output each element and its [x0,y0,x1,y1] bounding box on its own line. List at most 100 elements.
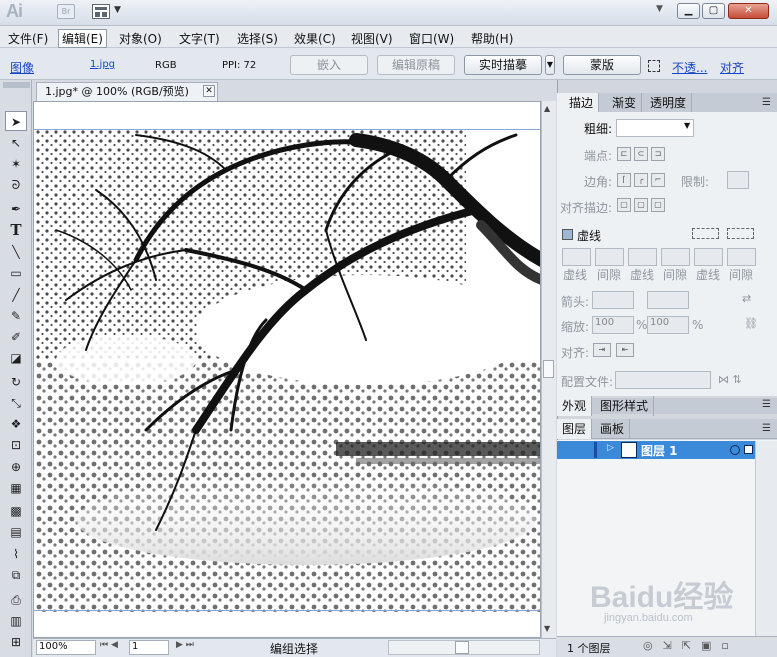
align-inside-icon[interactable]: ▢ [634,198,648,212]
live-trace-dropdown[interactable]: ▼ [545,55,555,75]
layer-expand-icon[interactable]: ▷ [607,443,614,453]
symbol-sprayer-tool-icon[interactable]: ⎙ [5,590,27,610]
tab-transparency[interactable]: 透明度 [645,93,693,113]
gap-field-1[interactable] [595,248,624,266]
shape-builder-tool-icon[interactable]: ⊕ [5,457,27,477]
menu-help[interactable]: 帮助(H) [471,30,513,47]
menu-view[interactable]: 视图(V) [351,30,393,47]
end-scale-field[interactable]: 100 [647,316,689,334]
artboard-tool-icon[interactable]: ⊞ [5,632,27,652]
projecting-cap-icon[interactable]: ⊐ [651,147,665,161]
menu-edit[interactable]: 编辑(E) [58,29,107,48]
document-tab-close-icon[interactable]: ✕ [203,85,215,97]
next-page-icon[interactable]: ▶ ⏭ [176,640,194,650]
layer-target-icon[interactable] [730,445,740,455]
restore-button[interactable]: ▢ [702,3,725,19]
weight-dropdown-arrow[interactable]: ▼ [684,121,690,130]
align-outside-icon[interactable]: ▢ [651,198,665,212]
edit-original-button[interactable]: 编辑原稿 [377,55,455,75]
toolbox-grip[interactable] [3,82,30,88]
eyedropper-tool-icon[interactable]: ⌇ [5,544,27,564]
status-selection[interactable]: 编组选择 [205,640,383,656]
menu-select[interactable]: 选择(S) [237,30,278,47]
pencil-tool-icon[interactable]: ✎ [5,306,27,326]
arrow-tip-place-icon[interactable]: ⇤ [616,343,634,357]
vertical-scrollbar-thumb[interactable] [543,360,554,378]
first-page-icon[interactable]: ⏮ ◀ [100,640,118,650]
dash-field-2[interactable] [628,248,657,266]
page-field[interactable]: 1 [129,640,169,655]
tab-stroke[interactable]: 描边 [557,93,600,113]
scale-tool-icon[interactable]: ⤡ [5,393,27,413]
lasso-tool-icon[interactable]: ᘐ [5,175,27,195]
end-arrowhead-select[interactable] [647,291,689,309]
tab-appearance[interactable]: 外观 [557,396,593,416]
butt-cap-icon[interactable]: ⊏ [617,147,631,161]
menu-object[interactable]: 对象(O) [119,30,162,47]
start-arrowhead-select[interactable] [592,291,634,309]
close-button[interactable]: ✕ [728,3,769,19]
arrow-tip-extend-icon[interactable]: ⇥ [593,343,611,357]
align-link[interactable]: 对齐 [720,59,744,76]
start-scale-field[interactable]: 100 [592,316,634,334]
eraser-tool-icon[interactable]: ◪ [5,348,27,368]
rectangle-tool-icon[interactable]: ▭ [5,263,27,283]
line-tool-icon[interactable]: ╲ [5,242,27,262]
direct-selection-tool-icon[interactable]: ↖ [5,133,27,153]
paintbrush-tool-icon[interactable]: ╱ [5,285,27,305]
menu-type[interactable]: 文字(T) [179,30,220,47]
tab-graphic-styles[interactable]: 图形样式 [595,396,655,416]
tab-artboards[interactable]: 画板 [595,419,631,439]
layer-name[interactable]: 图层 1 [641,442,678,459]
bevel-join-icon[interactable]: ⌐ [651,173,665,187]
selection-tool-icon[interactable]: ➤ [5,111,27,131]
dash-preserve-icon[interactable] [692,228,719,239]
gradient-tool-icon[interactable]: ▤ [5,522,27,542]
opacity-link[interactable]: 不透... [672,59,707,76]
round-join-icon[interactable]: ╭ [634,173,648,187]
rotate-tool-icon[interactable]: ↻ [5,372,27,392]
layers-panel-menu-icon[interactable]: ☰ [762,423,771,434]
swap-arrowheads-icon[interactable]: ⇄ [742,292,751,305]
layers-scrollbar[interactable] [755,441,777,636]
flip-profile-icons[interactable]: ⋈ ⇅ [718,373,742,386]
align-center-icon[interactable]: ▢ [617,198,631,212]
magic-wand-tool-icon[interactable]: ✶ [5,154,27,174]
mesh-tool-icon[interactable]: ▩ [5,501,27,521]
menu-effect[interactable]: 效果(C) [294,30,336,47]
menu-window[interactable]: 窗口(W) [409,30,454,47]
type-tool-icon[interactable]: T [5,220,27,240]
gap-field-3[interactable] [727,248,756,266]
scroll-up-arrow-icon[interactable]: ▲ [544,104,550,113]
dash-field-3[interactable] [694,248,723,266]
filename-link[interactable]: 1.jpg [90,59,115,70]
layer-actions-icons[interactable]: ◎⇲⇱▣▫ [643,639,739,652]
essentials-dropdown-icon[interactable]: ▼ [656,4,663,14]
round-cap-icon[interactable]: ⊂ [634,147,648,161]
embed-button[interactable]: 嵌入 [290,55,368,75]
tab-gradient[interactable]: 渐变 [607,93,643,113]
pen-tool-icon[interactable]: ✒ [5,199,27,219]
warp-tool-icon[interactable]: ❖ [5,414,27,434]
zoom-field[interactable]: 100% [36,640,96,655]
menu-file[interactable]: 文件(F) [8,30,48,47]
profile-select[interactable] [615,371,711,389]
live-trace-button[interactable]: 实时描摹 [464,55,542,75]
blob-brush-tool-icon[interactable]: ✐ [5,327,27,347]
free-transform-tool-icon[interactable]: ⊡ [5,435,27,455]
horizontal-scrollbar-thumb[interactable] [455,641,469,654]
tab-layers[interactable]: 图层 [557,419,593,439]
dash-field-1[interactable] [562,248,591,266]
workspace-dropdown-arrow[interactable]: ▼ [114,5,121,15]
placed-image[interactable] [36,130,540,612]
document-tab[interactable]: 1.jpg* @ 100% (RGB/预览) [36,82,218,101]
link-scale-icon[interactable]: ⛓ [744,317,758,330]
perspective-grid-tool-icon[interactable]: ▦ [5,478,27,498]
blend-tool-icon[interactable]: ⧉ [5,565,27,585]
bridge-button[interactable]: Br [57,4,75,19]
layer-row[interactable]: ▷ 图层 1 [557,441,755,459]
canvas[interactable] [33,101,541,638]
layer-selection-indicator[interactable] [744,445,753,454]
limit-field[interactable] [727,171,749,189]
stroke-weight-field[interactable] [616,119,694,137]
